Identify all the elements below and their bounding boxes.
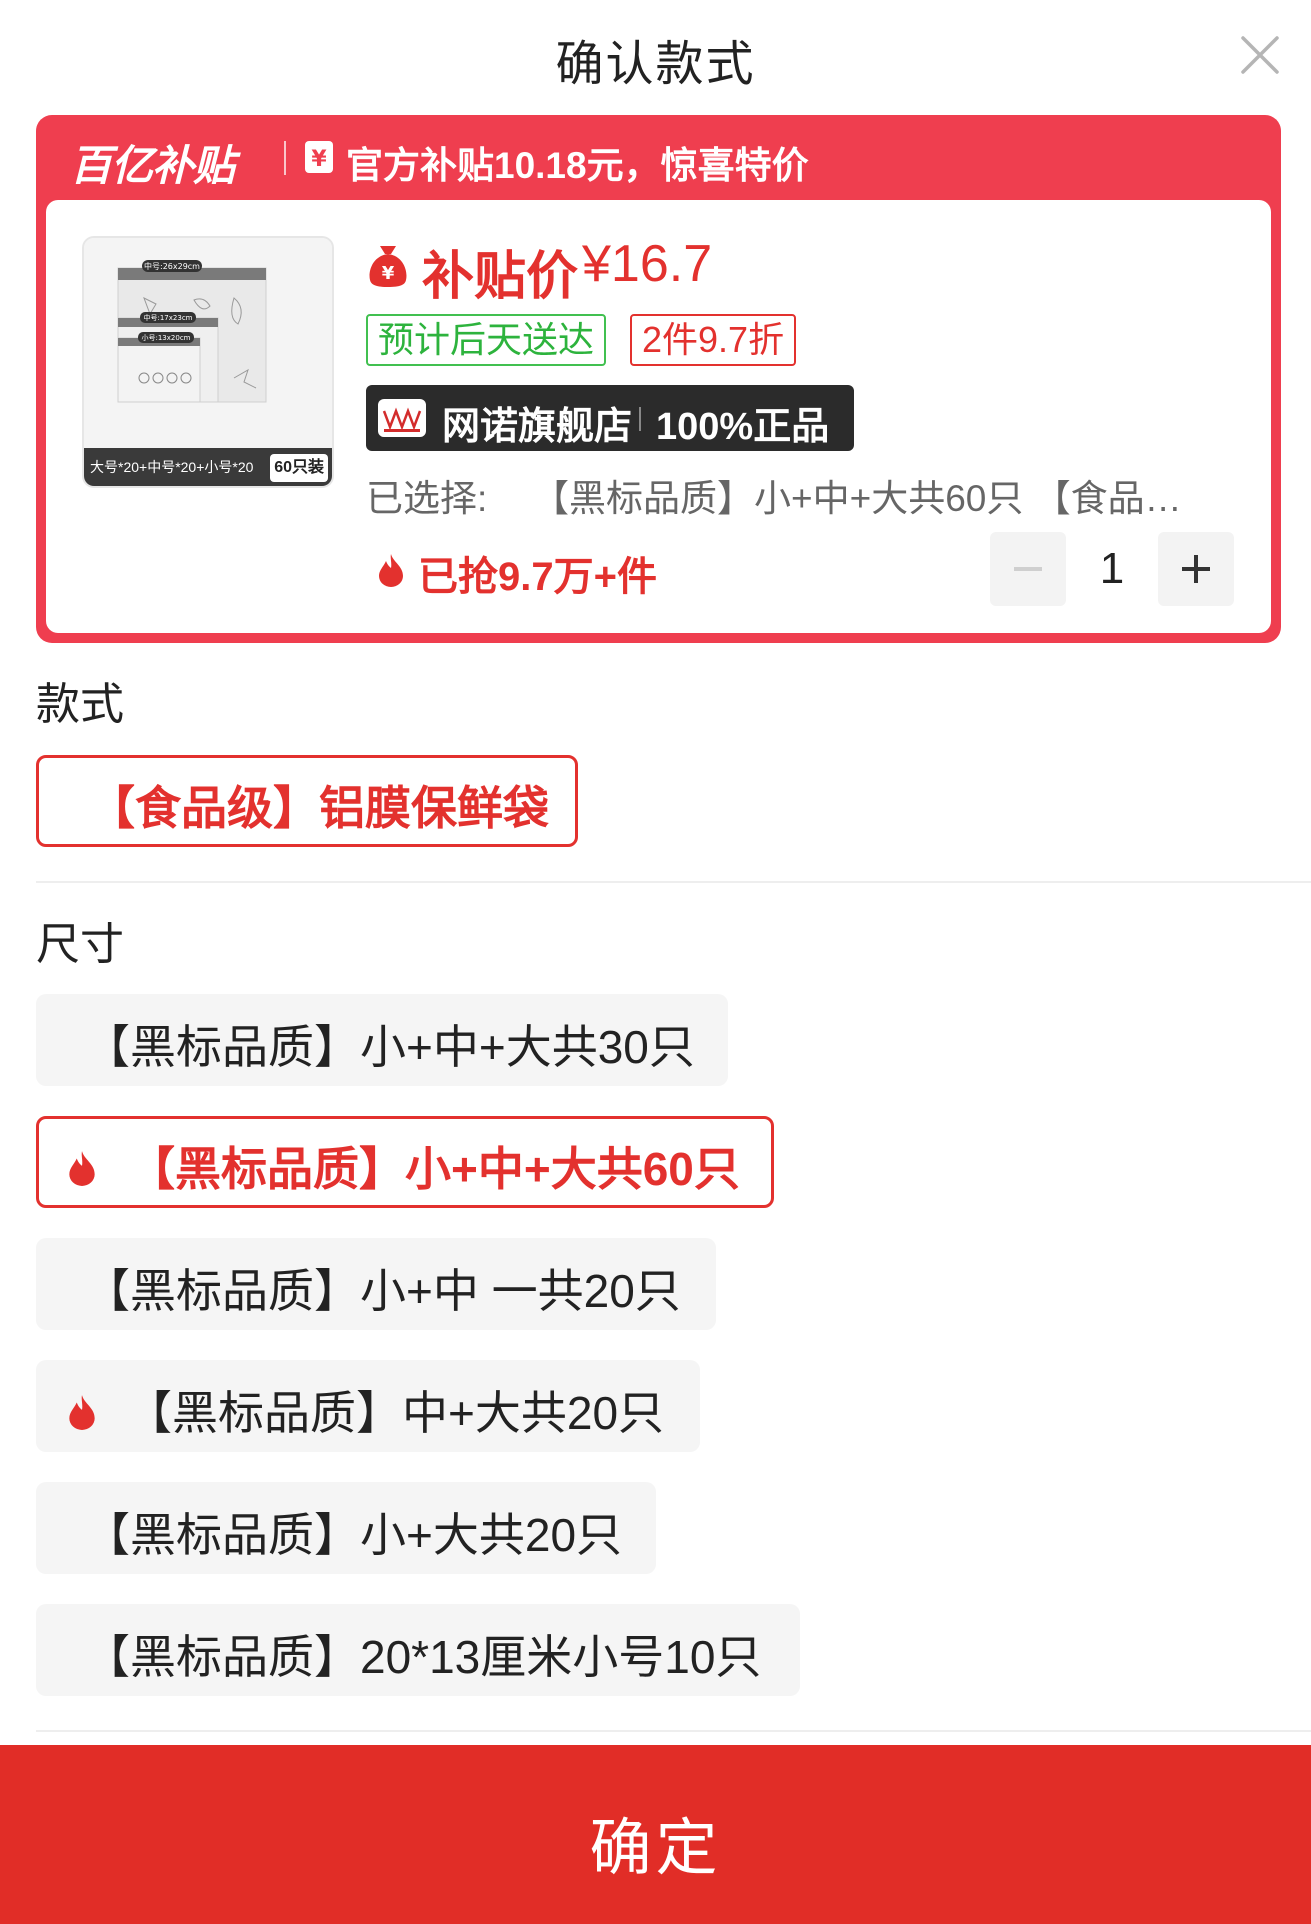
fire-icon	[376, 552, 406, 588]
style-section-title: 款式	[36, 680, 124, 729]
page-title: 确认款式	[555, 38, 756, 91]
style-option[interactable]: 【食品级】铝膜保鲜袋	[36, 755, 578, 847]
minus-icon[interactable]	[990, 532, 1066, 606]
size-option[interactable]: 【黑标品质】小+中+大共30只	[36, 994, 728, 1086]
size-option-label: 【黑标品质】20*13厘米小号10只	[84, 1631, 762, 1683]
image-badge: 60只装	[270, 454, 328, 482]
size-label-large: 中号:26x29cm	[144, 261, 200, 271]
quantity-value[interactable]: 1	[1066, 544, 1158, 594]
header: 确认款式	[0, 0, 1311, 110]
section-divider	[36, 1730, 1311, 1732]
bar-divider	[284, 141, 286, 175]
style-option-label: 【食品级】铝膜保鲜袋	[89, 782, 549, 834]
brand-logo: 百亿补贴	[70, 142, 235, 189]
size-option-label: 【黑标品质】小+大共20只	[84, 1509, 623, 1561]
size-label-medium: 中号:17x23cm	[144, 313, 193, 322]
store-name: 网诺旗舰店	[442, 406, 633, 448]
subsidy-text: 官方补贴10.18元，惊喜特价	[346, 145, 809, 186]
store-separator	[639, 407, 641, 431]
size-option[interactable]: 【黑标品质】小+中+大共60只	[36, 1116, 774, 1208]
selected-value: 【黑标品质】小+中+大共60只 【食品…	[532, 478, 1182, 519]
size-option-label: 【黑标品质】小+中 一共20只	[84, 1265, 681, 1317]
svg-text:¥: ¥	[382, 263, 395, 284]
confirm-label: 确定	[589, 1814, 722, 1883]
subsidy-bar: 百亿补贴 ¥ 官方补贴10.18元，惊喜特价	[36, 115, 1281, 200]
svg-text:¥: ¥	[311, 147, 327, 172]
yen-icon: ¥	[304, 140, 334, 174]
confirm-button[interactable]: 确定	[0, 1745, 1311, 1924]
section-divider	[36, 881, 1311, 883]
size-option[interactable]: 【黑标品质】中+大共20只	[36, 1360, 700, 1452]
store-logo-icon	[378, 399, 426, 437]
money-bag-icon: ¥	[366, 242, 410, 288]
store-badge[interactable]: 网诺旗舰店 100%正品	[366, 385, 854, 451]
store-guarantee: 100%正品	[656, 406, 830, 448]
size-option[interactable]: 【黑标品质】20*13厘米小号10只	[36, 1604, 800, 1696]
product-image[interactable]: 中号:26x29cm 中号:17x23cm 小号:13x20cm 大号*20+中…	[82, 236, 334, 488]
sales-count: 已抢9.7万+件	[418, 555, 657, 599]
size-option[interactable]: 【黑标品质】小+中 一共20只	[36, 1238, 716, 1330]
selected-summary: 已选择: 【黑标品质】小+中+大共60只 【食品…	[366, 468, 1216, 522]
close-icon[interactable]	[1237, 32, 1283, 78]
selected-label: 已选择:	[366, 478, 488, 519]
size-section-title: 尺寸	[36, 920, 124, 969]
price-value: ¥16.7	[582, 235, 713, 293]
product-card: 百亿补贴 ¥ 官方补贴10.18元，惊喜特价 中号:26x29cm 中号:17x…	[36, 115, 1281, 643]
size-label-small: 小号:13x20cm	[142, 333, 191, 342]
size-option[interactable]: 【黑标品质】小+大共20只	[36, 1482, 656, 1574]
discount-tag: 2件9.7折	[630, 314, 797, 366]
plus-icon[interactable]	[1158, 532, 1234, 606]
price-label: 补贴价	[422, 248, 579, 306]
fire-icon	[66, 1144, 98, 1186]
size-option-label: 【黑标品质】小+中+大共30只	[84, 1021, 695, 1073]
delivery-tag: 预计后天送达	[366, 314, 607, 366]
size-option-label: 【黑标品质】中+大共20只	[126, 1387, 665, 1439]
fire-icon	[66, 1388, 98, 1430]
size-option-label: 【黑标品质】小+中+大共60只	[129, 1143, 740, 1195]
sku-selector-sheet: 确认款式 百亿补贴 ¥ 官方补贴10.18元，惊喜特价 中号:26x29cm 中…	[0, 0, 1311, 1924]
product-info: 中号:26x29cm 中号:17x23cm 小号:13x20cm 大号*20+中…	[46, 200, 1271, 633]
